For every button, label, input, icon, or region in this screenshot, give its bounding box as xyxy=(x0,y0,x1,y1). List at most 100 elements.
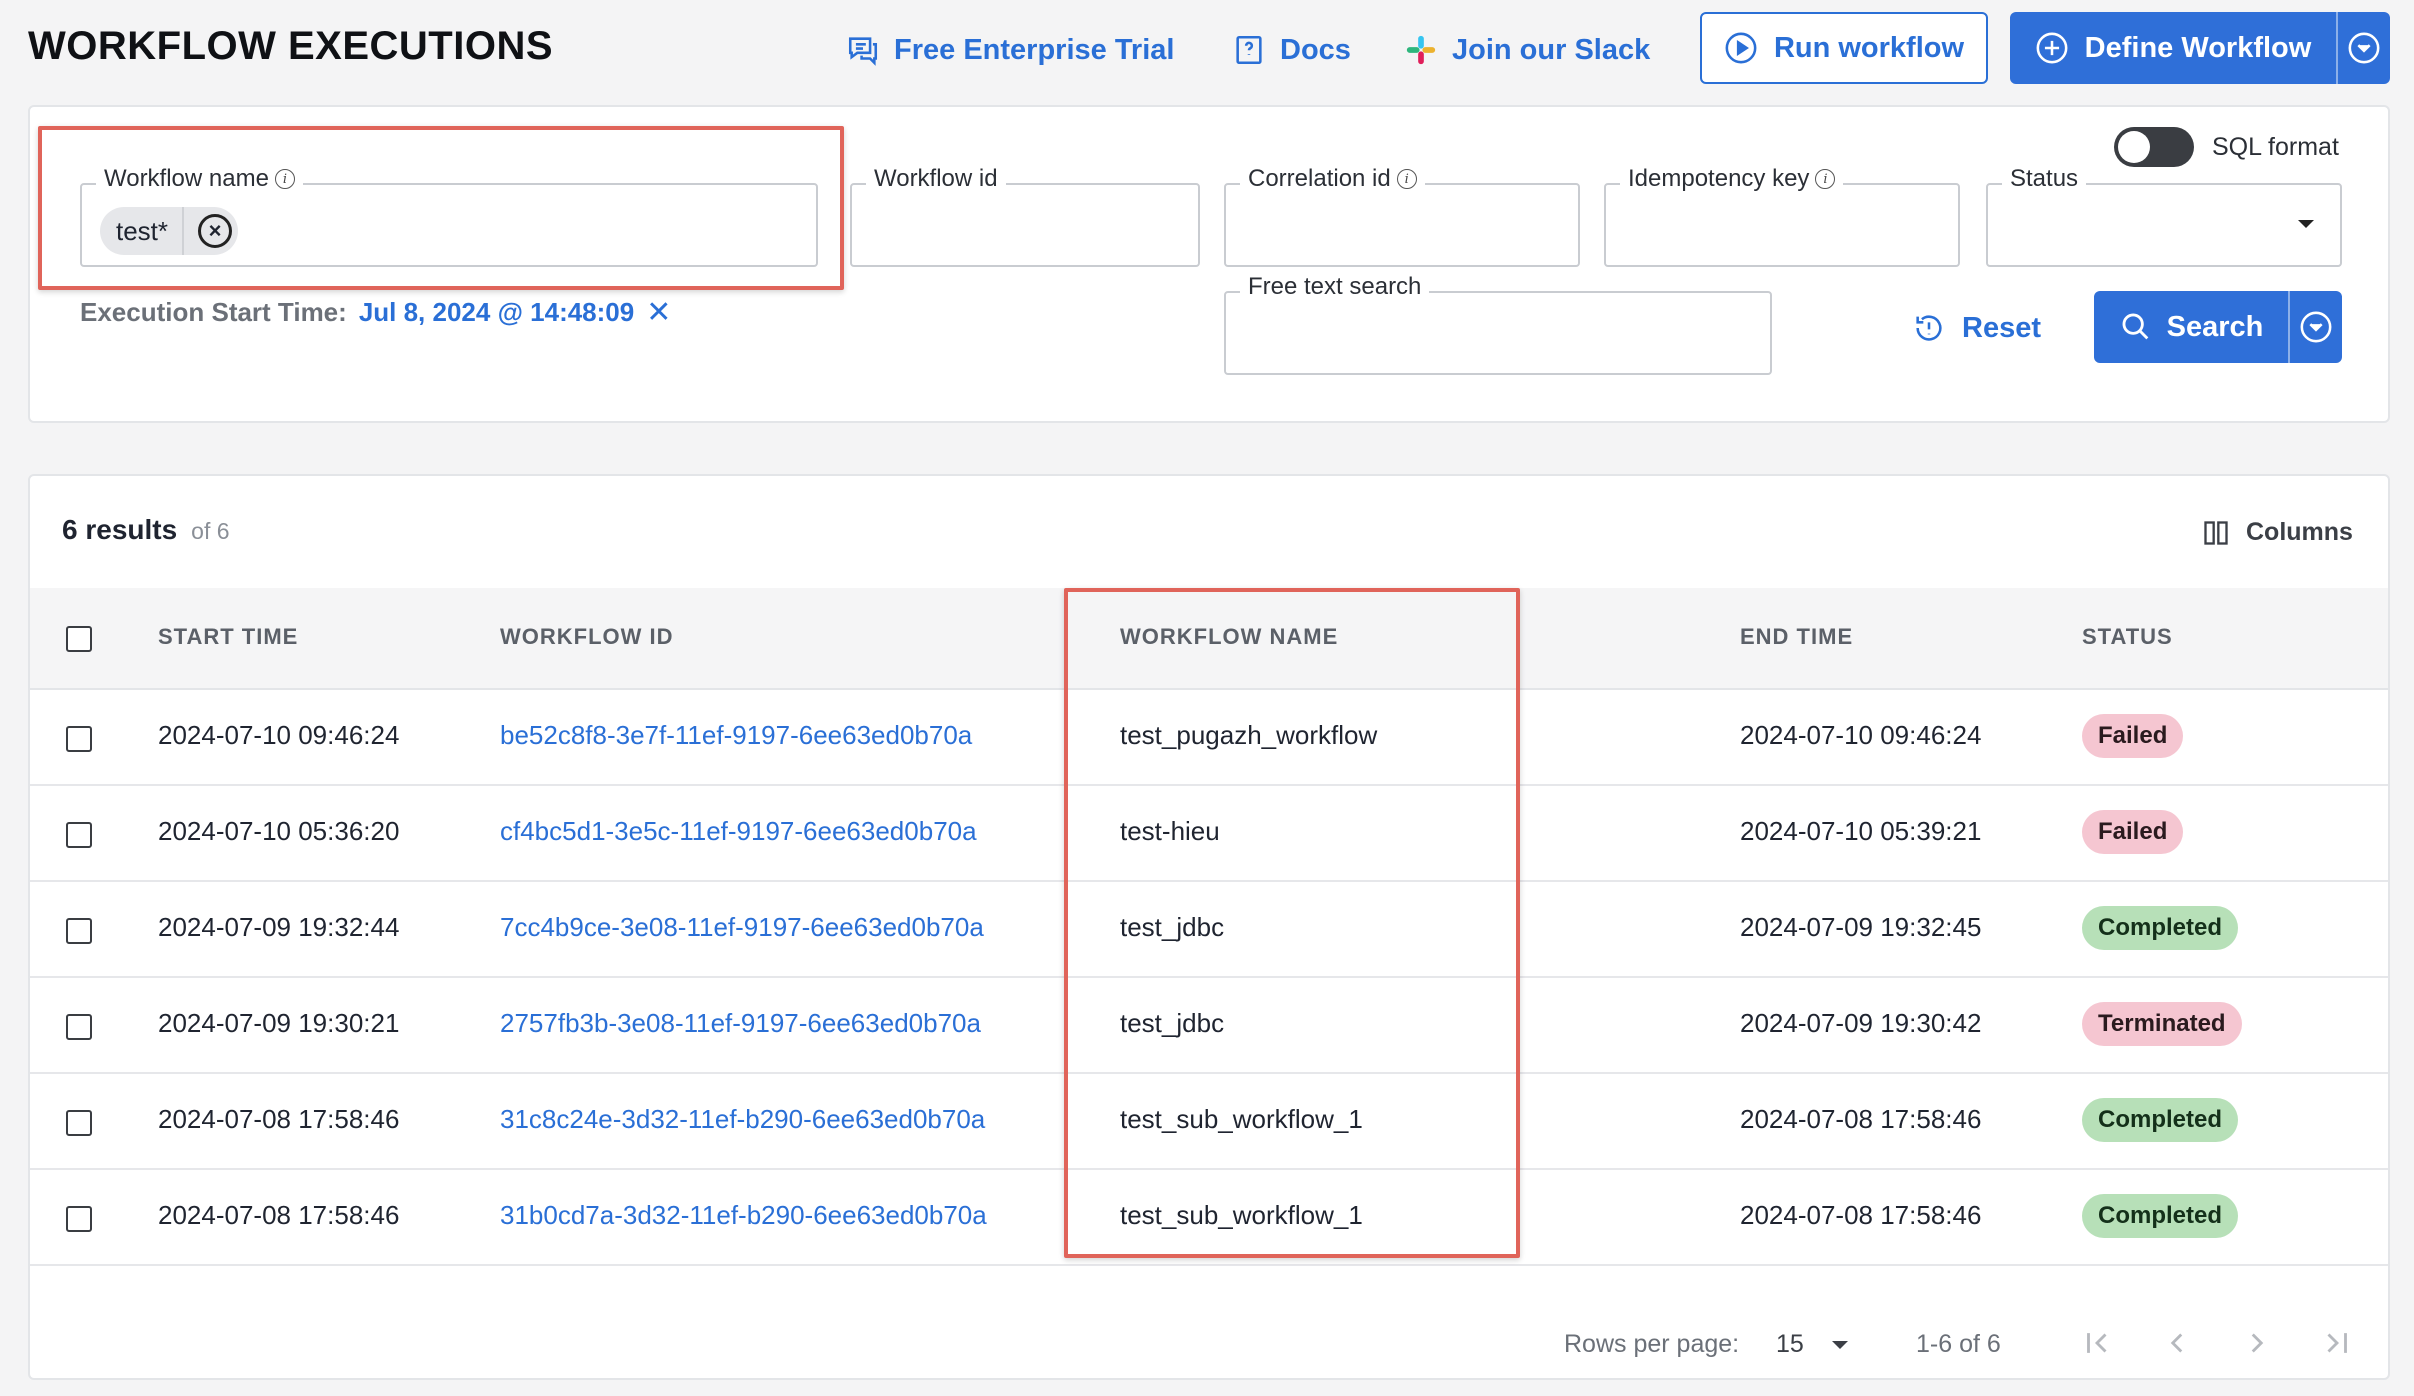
results-panel: 6 results of 6 Columns START TIME WORKFL… xyxy=(28,474,2390,1380)
cell-start-time: 2024-07-08 17:58:46 xyxy=(158,1200,400,1230)
cell-end-time: 2024-07-10 09:46:24 xyxy=(1740,720,1982,750)
slack-icon xyxy=(1406,35,1436,65)
search-button[interactable]: Search xyxy=(2094,291,2342,363)
table-row[interactable]: 2024-07-08 17:58:46 31b0cd7a-3d32-11ef-b2… xyxy=(30,1170,2388,1266)
first-page-icon[interactable] xyxy=(2080,1326,2114,1360)
cell-workflow-name: test-hieu xyxy=(1120,816,1220,846)
free-text-search-field-label: Free text search xyxy=(1240,273,1430,301)
status-badge: Completed xyxy=(2082,906,2239,950)
header-workflow-id[interactable]: WORKFLOW ID xyxy=(500,624,674,650)
search-label: Search xyxy=(2166,310,2264,343)
caret-down-icon xyxy=(2298,220,2314,228)
search-icon xyxy=(2122,313,2148,340)
header-start-time[interactable]: START TIME xyxy=(158,624,298,650)
next-page-icon[interactable] xyxy=(2240,1326,2274,1360)
docs-icon xyxy=(1236,35,1262,65)
idempotency-key-field[interactable]: Idempotency key i xyxy=(1604,165,1960,267)
columns-label: Columns xyxy=(2246,518,2353,546)
correlation-id-field[interactable]: Correlation id i xyxy=(1224,165,1580,267)
table-row[interactable]: 2024-07-09 19:32:44 7cc4b9ce-3e08-11ef-91… xyxy=(30,882,2388,978)
docs-link[interactable]: Docs xyxy=(1232,26,1351,74)
status-badge: Failed xyxy=(2082,714,2184,758)
cell-workflow-id-link[interactable]: 31b0cd7a-3d32-11ef-b290-6ee63ed0b70a xyxy=(500,1200,987,1231)
table-row[interactable]: 2024-07-08 17:58:46 31c8c24e-3d32-11ef-b2… xyxy=(30,1074,2388,1170)
results-total: of 6 xyxy=(191,518,230,544)
chat-icon xyxy=(848,37,878,66)
join-slack-link[interactable]: Join our Slack xyxy=(1404,26,1650,74)
plus-circle-icon xyxy=(2036,32,2068,64)
info-icon: i xyxy=(274,169,295,189)
search-main[interactable]: Search xyxy=(2094,291,2288,363)
cell-workflow-name: test_jdbc xyxy=(1120,1008,1225,1038)
status-badge: Completed xyxy=(2082,1194,2239,1238)
sql-format-label: SQL format xyxy=(2212,133,2339,161)
workflow-name-field[interactable]: Workflow name i test* × xyxy=(80,165,818,267)
search-dropdown[interactable] xyxy=(2288,291,2342,363)
table-row[interactable]: 2024-07-10 09:46:24 be52c8f8-3e7f-11ef-91… xyxy=(30,690,2388,786)
define-workflow-main[interactable]: Define Workflow xyxy=(2010,12,2336,84)
rows-per-page-select[interactable]: 15 xyxy=(1776,1330,1804,1359)
page-range: 1-6 of 6 xyxy=(1916,1330,2001,1358)
cell-workflow-name: test_pugazh_workflow xyxy=(1120,720,1378,750)
cell-workflow-id-link[interactable]: 7cc4b9ce-3e08-11ef-9197-6ee63ed0b70a xyxy=(500,912,984,943)
correlation-id-label-text: Correlation id xyxy=(1248,165,1391,192)
cell-start-time: 2024-07-10 05:36:20 xyxy=(158,816,400,846)
header-workflow-name[interactable]: WORKFLOW NAME xyxy=(1120,624,1338,650)
row-checkbox[interactable] xyxy=(66,726,92,752)
reset-label: Reset xyxy=(1962,311,2041,344)
cell-workflow-id-link[interactable]: cf4bc5d1-3e5c-11ef-9197-6ee63ed0b70a xyxy=(500,816,977,847)
rows-per-page-label: Rows per page: xyxy=(1564,1330,1740,1358)
pagination: Rows per page: 15 1-6 of 6 xyxy=(30,1308,2388,1378)
free-enterprise-trial-link[interactable]: Free Enterprise Trial xyxy=(846,26,1174,74)
close-icon[interactable]: ✕ xyxy=(646,295,671,330)
prev-page-icon[interactable] xyxy=(2160,1326,2194,1360)
page-title: WORKFLOW EXECUTIONS xyxy=(28,24,554,68)
cell-end-time: 2024-07-10 05:39:21 xyxy=(1740,816,1982,846)
header-end-time[interactable]: END TIME xyxy=(1740,624,1853,650)
cell-end-time: 2024-07-09 19:32:45 xyxy=(1740,912,1982,942)
cell-workflow-id-link[interactable]: be52c8f8-3e7f-11ef-9197-6ee63ed0b70a xyxy=(500,720,972,751)
workflow-id-field[interactable]: Workflow id xyxy=(850,165,1200,267)
join-slack-label: Join our Slack xyxy=(1452,33,1651,66)
cell-workflow-name: test_sub_workflow_1 xyxy=(1120,1104,1363,1134)
cell-end-time: 2024-07-08 17:58:46 xyxy=(1740,1104,1982,1134)
table-row[interactable]: 2024-07-09 19:30:21 2757fb3b-3e08-11ef-91… xyxy=(30,978,2388,1074)
sql-format-toggle[interactable] xyxy=(2114,127,2194,167)
cell-workflow-id-link[interactable]: 2757fb3b-3e08-11ef-9197-6ee63ed0b70a xyxy=(500,1008,981,1039)
execution-start-time-filter: Execution Start Time: Jul 8, 2024 @ 14:4… xyxy=(80,295,671,330)
row-checkbox[interactable] xyxy=(66,1014,92,1040)
define-workflow-button[interactable]: Define Workflow xyxy=(2010,12,2390,84)
workflow-name-chip[interactable]: test* × xyxy=(100,207,239,255)
free-text-search-field[interactable]: Free text search xyxy=(1224,273,1772,375)
status-badge: Completed xyxy=(2082,1098,2239,1142)
caret-down-icon[interactable] xyxy=(1830,1338,1850,1352)
execution-start-time-label: Execution Start Time: xyxy=(80,297,347,327)
status-select[interactable]: Status xyxy=(1986,165,2342,267)
cell-workflow-name: test_sub_workflow_1 xyxy=(1120,1200,1363,1230)
last-page-icon[interactable] xyxy=(2320,1326,2354,1360)
play-circle-icon xyxy=(1725,32,1757,64)
columns-button[interactable]: Columns xyxy=(2202,518,2353,547)
table-row[interactable]: 2024-07-10 05:36:20 cf4bc5d1-3e5c-11ef-91… xyxy=(30,786,2388,882)
row-checkbox[interactable] xyxy=(66,918,92,944)
docs-label: Docs xyxy=(1280,33,1351,66)
execution-start-time-value[interactable]: Jul 8, 2024 @ 14:48:09 xyxy=(359,297,634,328)
reset-icon xyxy=(1916,315,1942,341)
cell-workflow-id-link[interactable]: 31c8c24e-3d32-11ef-b290-6ee63ed0b70a xyxy=(500,1104,985,1135)
results-count-text: 6 results xyxy=(62,514,178,545)
run-workflow-button[interactable]: Run workflow xyxy=(1700,12,1988,84)
cell-workflow-name: test_jdbc xyxy=(1120,912,1225,942)
row-checkbox[interactable] xyxy=(66,822,92,848)
cell-start-time: 2024-07-09 19:30:21 xyxy=(158,1008,400,1038)
reset-button[interactable]: Reset xyxy=(1912,311,2041,345)
row-checkbox[interactable] xyxy=(66,1206,92,1232)
table-header: START TIME WORKFLOW ID WORKFLOW NAME END… xyxy=(30,588,2388,690)
sql-format-toggle-knob xyxy=(2118,131,2150,163)
header-status[interactable]: STATUS xyxy=(2082,624,2173,650)
clear-chip-icon[interactable]: × xyxy=(198,214,233,248)
row-checkbox[interactable] xyxy=(66,1110,92,1136)
define-workflow-dropdown[interactable] xyxy=(2336,12,2390,84)
correlation-id-field-label: Correlation id i xyxy=(1240,165,1425,193)
select-all-checkbox[interactable] xyxy=(66,626,92,652)
cell-end-time: 2024-07-09 19:30:42 xyxy=(1740,1008,1982,1038)
